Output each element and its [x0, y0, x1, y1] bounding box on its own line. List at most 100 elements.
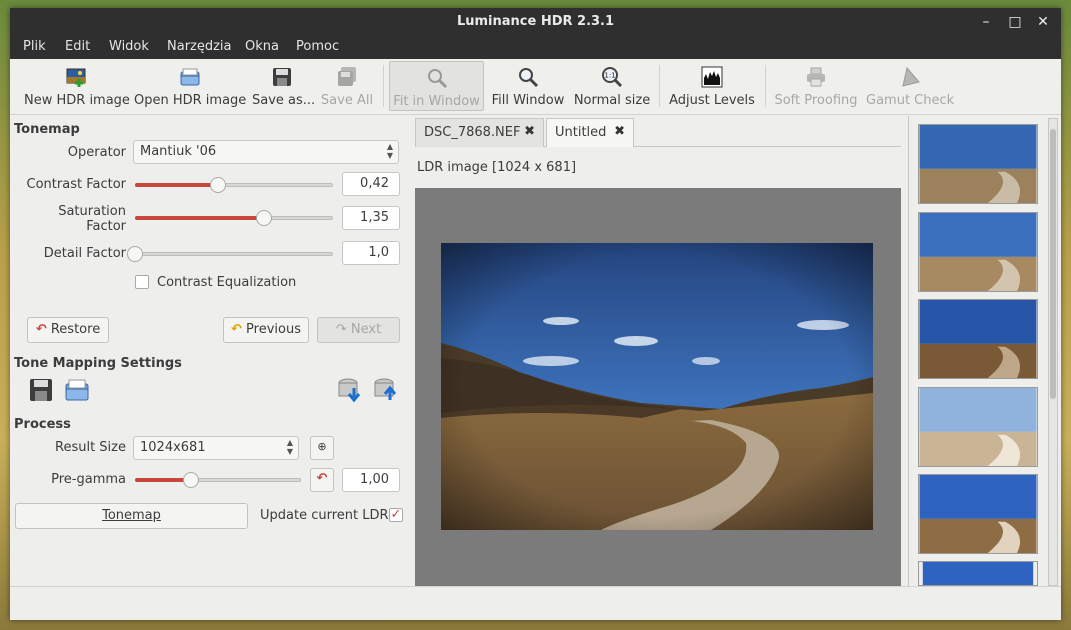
- gamut-check-label: Gamut Check: [866, 93, 955, 108]
- process-section-title: Process: [14, 417, 71, 432]
- image-viewer[interactable]: [415, 188, 901, 586]
- new-hdr-button[interactable]: New HDR image: [24, 61, 130, 111]
- soft-proofing-button[interactable]: Soft Proofing: [770, 61, 862, 111]
- menu-okna[interactable]: Okna: [245, 39, 279, 54]
- detail-factor-slider[interactable]: [127, 246, 333, 262]
- tonemap-panel: Tonemap Operator Mantiuk '06 ▲ ▼ Contrast…: [10, 116, 410, 586]
- window-title: Luminance HDR 2.3.1: [456, 14, 615, 29]
- next-button[interactable]: ↷ Next: [317, 317, 400, 343]
- next-label: Next: [350, 322, 382, 337]
- adjust-levels-label: Adjust Levels: [669, 93, 755, 108]
- toolbar-separator: [765, 65, 766, 107]
- contrast-equalization-checkbox[interactable]: [135, 275, 149, 289]
- zoom-fill-icon: [519, 68, 539, 88]
- new-image-icon: [66, 68, 86, 87]
- close-tab-icon[interactable]: ✖: [614, 124, 625, 139]
- toolbar-separator: [659, 65, 660, 107]
- tab-label: DSC_7868.NEF: [424, 125, 521, 140]
- save-all-button[interactable]: Save All: [318, 61, 376, 111]
- open-folder-icon: [180, 68, 200, 86]
- slider-fill: [135, 216, 264, 220]
- adjust-levels-button[interactable]: Adjust Levels: [666, 61, 758, 111]
- slider-handle[interactable]: [255, 210, 272, 226]
- tonemap-button[interactable]: Tonemap: [15, 503, 248, 529]
- menu-narzedzia[interactable]: Narzędzia: [167, 39, 232, 54]
- preview-thumbnail[interactable]: [918, 299, 1038, 379]
- tab-label: Untitled: [555, 125, 607, 140]
- add-size-button[interactable]: ⊕: [310, 436, 334, 460]
- preview-thumbnail[interactable]: [918, 561, 1038, 586]
- ldr-image: [441, 243, 873, 530]
- save-as-button[interactable]: Save as...: [252, 61, 316, 111]
- menu-pomoc[interactable]: Pomoc: [296, 39, 339, 54]
- undo-icon: ↶: [35, 322, 47, 337]
- save-all-icon: [338, 67, 356, 86]
- slider-handle[interactable]: [183, 472, 200, 488]
- menu-widok[interactable]: Widok: [109, 39, 149, 54]
- gamut-icon: [902, 66, 920, 87]
- preview-thumbnail[interactable]: [918, 474, 1038, 554]
- preview-thumbnail[interactable]: [918, 124, 1038, 204]
- result-size-select[interactable]: 1024x681 ▲ ▼: [133, 436, 299, 460]
- export-db-icon[interactable]: [336, 376, 364, 404]
- status-bar: [10, 586, 1061, 620]
- next-arrow-icon: ↷: [335, 322, 347, 337]
- menu-plik[interactable]: Plik: [23, 39, 46, 54]
- minimize-icon[interactable]: –: [976, 12, 996, 32]
- spinner-arrows-icon: ▲ ▼: [386, 142, 393, 160]
- preview-thumbnail[interactable]: [918, 212, 1038, 292]
- preview-scrollbar[interactable]: [1048, 118, 1058, 586]
- tab-dsc-7868[interactable]: DSC_7868.NEF ✖: [415, 118, 544, 147]
- normal-size-button[interactable]: 1:1 Normal size: [572, 61, 652, 111]
- save-icon: [273, 68, 291, 86]
- menu-bar: Plik Edit Widok Narzędzia Okna Pomoc: [10, 37, 1061, 59]
- fill-window-button[interactable]: Fill Window: [490, 61, 566, 111]
- undo-icon: ↶: [316, 471, 328, 486]
- zoom-fit-icon: [427, 69, 447, 89]
- zoom-ratio-text: 1:1: [604, 72, 615, 80]
- ldr-caption: LDR image [1024 x 681]: [417, 160, 577, 175]
- save-as-label: Save as...: [252, 93, 316, 108]
- app-window: Luminance HDR 2.3.1 – □ ✕ Plik Edit Wido…: [10, 8, 1061, 620]
- contrast-factor-slider[interactable]: [135, 177, 333, 193]
- contrast-equalization-label: Contrast Equalization: [157, 275, 297, 290]
- tab-untitled[interactable]: Untitled ✖: [546, 118, 634, 147]
- maximize-icon[interactable]: □: [1005, 12, 1025, 32]
- restore-button[interactable]: ↶ Restore: [27, 317, 109, 343]
- new-hdr-label: New HDR image: [24, 93, 130, 108]
- fit-in-window-button[interactable]: Fit in Window: [389, 61, 484, 111]
- result-size-value: 1024x681: [140, 440, 206, 455]
- import-db-icon[interactable]: [372, 376, 400, 404]
- scrollbar-handle[interactable]: [1050, 129, 1056, 399]
- open-hdr-button[interactable]: Open HDR image: [134, 61, 246, 111]
- previous-arrow-icon: ↶: [231, 322, 242, 337]
- fill-window-label: Fill Window: [491, 93, 565, 108]
- saturation-factor-input[interactable]: 1,35: [342, 206, 400, 230]
- document-tabs: DSC_7868.NEF ✖ Untitled ✖: [415, 116, 901, 147]
- pre-gamma-slider[interactable]: [135, 472, 301, 488]
- fit-in-window-label: Fit in Window: [393, 94, 480, 109]
- load-settings-icon[interactable]: [63, 376, 91, 404]
- operator-select[interactable]: Mantiuk '06 ▲ ▼: [133, 140, 399, 164]
- previous-button[interactable]: ↶ Previous: [223, 317, 309, 343]
- toolbar-separator: [383, 65, 384, 107]
- close-icon[interactable]: ✕: [1033, 12, 1053, 32]
- detail-factor-input[interactable]: 1,0: [342, 241, 400, 265]
- reset-gamma-button[interactable]: ↶: [310, 468, 334, 492]
- pre-gamma-input[interactable]: 1,00: [342, 468, 400, 492]
- detail-factor-label: Detail Factor: [43, 246, 126, 261]
- tonemap-section-title: Tonemap: [14, 122, 80, 137]
- saturation-factor-slider[interactable]: [135, 210, 333, 226]
- saturation-label-line1: Saturation: [58, 204, 126, 219]
- save-settings-icon[interactable]: [27, 376, 55, 404]
- save-all-label: Save All: [320, 93, 374, 108]
- slider-handle[interactable]: [210, 177, 227, 193]
- preview-thumbnail[interactable]: [918, 387, 1038, 467]
- slider-handle[interactable]: [127, 246, 143, 262]
- gamut-check-button[interactable]: Gamut Check: [866, 61, 954, 111]
- menu-edit[interactable]: Edit: [65, 39, 90, 54]
- close-tab-icon[interactable]: ✖: [524, 124, 535, 139]
- update-ldr-checkbox[interactable]: ✓: [389, 508, 403, 522]
- operator-label: Operator: [67, 145, 126, 160]
- contrast-factor-input[interactable]: 0,42: [342, 172, 400, 196]
